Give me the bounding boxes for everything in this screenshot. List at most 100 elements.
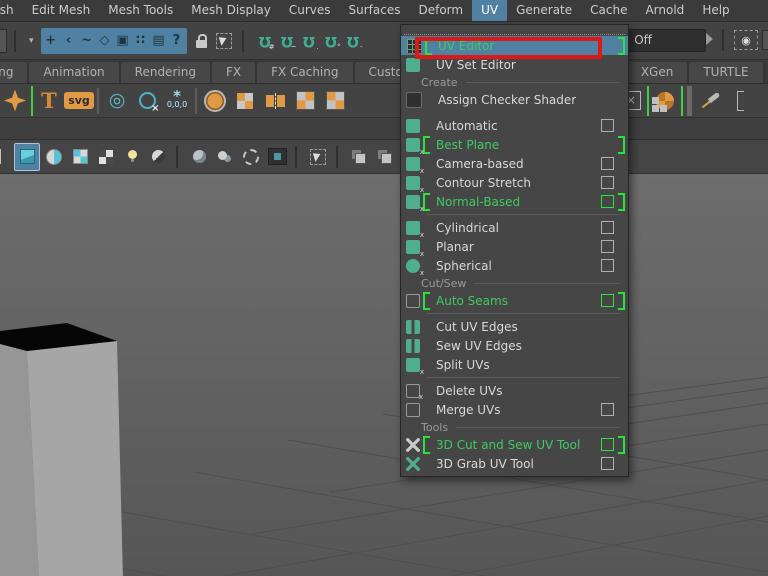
toolbar-drag-handle[interactable] [722,29,724,51]
shelf-tab-fx[interactable]: FX [212,62,257,83]
menubar-item-arnold[interactable]: Arnold [636,0,693,21]
snap-to-view-plane-icon[interactable]: ▣ [114,29,132,53]
option-box[interactable] [601,259,614,272]
menu-item-spherical[interactable]: Spherical [401,256,628,275]
menu-item-automatic[interactable]: Automatic [401,116,628,135]
freeze-transform-button[interactable]: *0,0,0 [162,86,192,116]
menu-item-planar[interactable]: Planar [401,237,628,256]
selection-mode-button[interactable] [213,29,235,53]
isolate-select-button[interactable] [306,144,330,170]
poly-cube-mesh[interactable] [0,323,123,576]
menu-item-merge-uvs[interactable]: Merge UVs [401,400,628,419]
option-box[interactable] [601,119,614,132]
menu-item-auto-seams[interactable]: Auto Seams [401,291,628,310]
menubar-item-deform[interactable]: Deform [409,0,472,21]
option-box[interactable] [601,438,614,451]
fill-hole-button[interactable] [290,86,320,116]
svg-tool-button[interactable]: svg [64,86,94,116]
move-snap-icon[interactable]: + [42,29,60,53]
menu-item-contour-stretch[interactable]: Contour Stretch [401,173,628,192]
toolbar-drag-handle[interactable] [14,30,19,52]
mirror-button[interactable] [260,86,290,116]
lock-button[interactable] [191,29,213,53]
option-box[interactable] [601,176,614,189]
snap-to-points-icon[interactable]: ∷ [132,29,150,53]
use-default-material-button[interactable] [94,144,118,170]
menu-item-sew-uv-edges[interactable]: Sew UV Edges [401,336,628,355]
menu-item-cut-uv-edges[interactable]: Cut UV Edges [401,317,628,336]
snap-to-curve-point-icon[interactable]: ~ [78,29,96,53]
menubar-item-mesh-display[interactable]: Mesh Display [182,0,280,21]
sculpt-tool-button[interactable] [0,86,30,116]
viewport-3d[interactable] [0,174,768,576]
menu-item-3d-grab-uv-tool[interactable]: 3D Grab UV Tool [401,454,628,473]
snap-magnet-grid-icon[interactable]: Ω# [254,29,276,53]
shelf-tab-turtle[interactable]: TURTLE [689,62,764,83]
reduce-button[interactable] [320,86,350,116]
menubar-item-help[interactable]: Help [693,0,738,21]
menu-item-label: Split UVs [436,358,490,372]
menubar-item-mesh-tools[interactable]: Mesh Tools [99,0,182,21]
option-box[interactable] [601,221,614,234]
menubar-item-mesh[interactable]: Mesh [0,0,23,21]
menubar-item-uv[interactable]: UV [472,0,507,21]
menubar-item-surfaces[interactable]: Surfaces [340,0,410,21]
edge-partial-button[interactable] [725,86,755,116]
menubar-item-cache[interactable]: Cache [581,0,636,21]
menu-item-split-uvs[interactable]: Split UVs [401,355,628,374]
menu-item-camera-based[interactable]: Camera-based [401,154,628,173]
delete-history-button[interactable] [132,86,162,116]
dropdown-arrow-icon[interactable]: ▾ [29,36,34,46]
option-box[interactable] [601,457,614,470]
snap-magnet-curve-icon[interactable]: Ω~ [276,29,298,53]
wireframe-partial-icon[interactable] [0,144,12,170]
collapse-arrow-icon[interactable] [706,33,713,45]
lighting-button[interactable] [120,144,144,170]
visibility-toggle-button[interactable]: ◉ [734,30,758,50]
menu-item-best-plane[interactable]: Best Plane [401,135,628,154]
depth-of-field-button[interactable] [213,144,237,170]
menubar-item-curves[interactable]: Curves [280,0,340,21]
shelf-tab-rendering[interactable]: Rendering [121,62,212,83]
combine-button[interactable] [200,86,230,116]
motion-blur-button[interactable] [239,144,263,170]
snap-magnet-point-icon[interactable]: Ω. [298,29,320,53]
snap-magnet-projected-icon[interactable]: Ω° [320,29,342,53]
type-tool-button[interactable]: T [34,86,64,116]
viewport-settings-button[interactable] [265,144,289,170]
quad-draw-button[interactable] [695,86,725,116]
textured-mode-button[interactable] [68,144,92,170]
help-icon[interactable]: ? [168,29,186,53]
menu-tearoff-handle[interactable] [404,25,625,35]
shelf-tab-animation[interactable]: Animation [29,62,120,83]
wireframe-on-shaded-button[interactable] [42,144,66,170]
option-box[interactable] [601,157,614,170]
snap-to-curves-icon[interactable]: ‹ [60,29,78,53]
xray-button[interactable] [347,144,371,170]
make-live-icon[interactable]: ▤ [150,29,168,53]
ambient-occlusion-button[interactable] [187,144,211,170]
xray-joints-button[interactable] [373,144,397,170]
snap-magnet-plane-icon[interactable]: Ω- [342,29,364,53]
checker-material-button[interactable] [650,86,680,116]
menu-item-assign-checker-shader[interactable]: Assign Checker Shader [401,90,628,109]
shelf-tab-xgen[interactable]: XGen [627,62,690,83]
shelf-tab-fx-caching[interactable]: FX Caching [257,62,354,83]
snap-to-grid-icon[interactable]: ◇ [96,29,114,53]
menubar-item-edit-mesh[interactable]: Edit Mesh [23,0,100,21]
shadows-button[interactable] [146,144,170,170]
menu-item-normal-based[interactable]: Normal-Based [401,192,628,211]
separate-button[interactable] [230,86,260,116]
construction-plane-button[interactable]: ◎ [102,86,132,116]
option-box[interactable] [601,195,614,208]
shaded-mode-button[interactable] [14,143,40,171]
option-box[interactable] [601,403,614,416]
option-box[interactable] [601,294,614,307]
toolbar-drag-handle[interactable] [242,30,247,52]
menu-item-delete-uvs[interactable]: Delete UVs [401,381,628,400]
menu-item-cylindrical[interactable]: Cylindrical [401,218,628,237]
menubar-item-generate[interactable]: Generate [507,0,581,21]
menu-item-3d-cut-and-sew-uv-tool[interactable]: 3D Cut and Sew UV Tool [401,435,628,454]
option-box[interactable] [601,240,614,253]
shelf-tab-rigging[interactable]: Rigging [0,62,29,83]
